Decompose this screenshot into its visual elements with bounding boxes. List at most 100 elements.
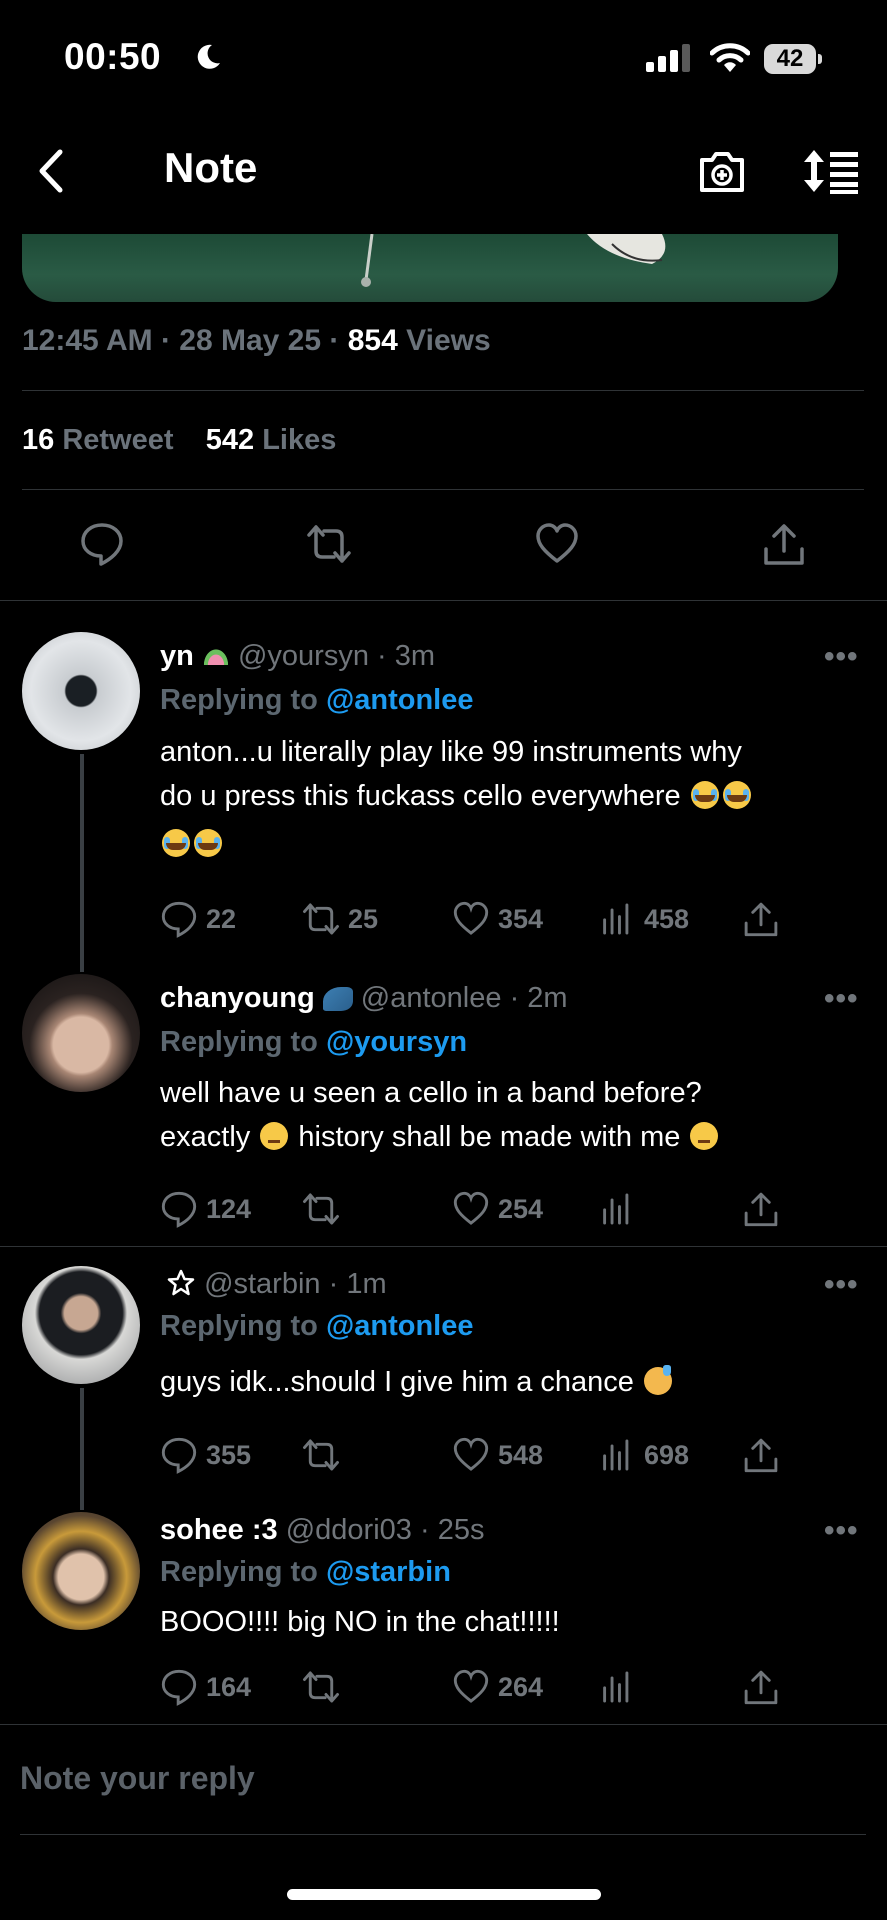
views-button[interactable]: 698 [598, 1432, 689, 1478]
camera-add-icon[interactable] [696, 146, 748, 196]
replying-prefix: Replying to [160, 1310, 318, 1342]
dinosaur-emoji [322, 987, 353, 1011]
crying-emoji [162, 829, 190, 857]
like-button[interactable]: 548 [452, 1432, 543, 1478]
handle[interactable]: @ddori03 [286, 1514, 412, 1546]
display-name[interactable]: sohee :3 [160, 1514, 278, 1546]
tweet-text: anton...u literally play like 99 instrum… [160, 730, 880, 866]
likes-label[interactable]: Likes [262, 424, 336, 456]
retweet-icon [303, 1193, 339, 1225]
replying-to: Replying to @starbin [160, 1556, 451, 1589]
avatar[interactable] [22, 1512, 140, 1630]
sort-icon[interactable] [800, 146, 862, 196]
mention-link[interactable]: @starbin [326, 1556, 451, 1588]
reply-input[interactable]: Note your reply [20, 1760, 255, 1797]
retweet-icon [303, 1439, 339, 1471]
share-icon[interactable] [761, 521, 807, 567]
sweat-emoji [644, 1365, 672, 1395]
relieved-emoji [690, 1122, 719, 1150]
comment-button[interactable]: 22 [160, 896, 236, 942]
views-button[interactable] [598, 1186, 644, 1232]
avatar[interactable] [22, 632, 140, 750]
reply-time: 2m [527, 982, 568, 1014]
crying-emoji [690, 781, 719, 809]
battery-level: 42 [776, 45, 804, 72]
comment-button[interactable]: 355 [160, 1432, 251, 1478]
more-options-icon[interactable]: ••• [824, 640, 859, 674]
divider [22, 390, 864, 391]
replying-to: Replying to @yoursyn [160, 1026, 467, 1059]
display-name[interactable]: yn [160, 640, 194, 672]
retweet-button[interactable] [302, 1664, 348, 1710]
avatar[interactable] [22, 1266, 140, 1384]
share-icon [744, 1438, 778, 1473]
reply-actions: 124 254 [160, 1186, 780, 1232]
mention-link[interactable]: @antonlee [326, 1310, 474, 1342]
avatar[interactable] [22, 974, 140, 1092]
tweet-text-line: guys idk...should I give him a chance [160, 1366, 634, 1398]
mention-link[interactable]: @antonlee [326, 684, 474, 716]
more-options-icon[interactable]: ••• [824, 1514, 859, 1548]
share-button[interactable] [742, 1186, 780, 1232]
moon-icon [197, 44, 220, 69]
more-options-icon[interactable]: ••• [824, 1268, 859, 1302]
comment-icon [161, 1191, 197, 1228]
display-name[interactable]: chanyoung [160, 982, 315, 1014]
comment-icon[interactable] [79, 521, 125, 567]
post-meta: 12:45 AM · 28 May 25 · 854 Views [22, 324, 491, 357]
views-label: Views [406, 324, 491, 357]
share-button[interactable] [742, 896, 780, 942]
home-indicator[interactable] [287, 1889, 601, 1900]
heart-icon [453, 901, 489, 935]
retweet-count: 25 [348, 903, 379, 934]
star-outline-icon [167, 1269, 195, 1296]
heart-icon [453, 1669, 489, 1703]
heart-icon[interactable] [534, 521, 580, 567]
divider [0, 1246, 887, 1247]
tweet-text-line: history shall be made with me [298, 1121, 681, 1153]
mention-link[interactable]: @yoursyn [326, 1026, 467, 1058]
retweet-icon [303, 1671, 339, 1703]
handle[interactable]: @starbin [204, 1268, 320, 1300]
share-button[interactable] [742, 1664, 780, 1710]
status-time: 00:50 [64, 36, 162, 77]
divider [0, 1724, 887, 1725]
like-count: 354 [498, 903, 544, 934]
comment-icon [161, 1437, 197, 1474]
more-options-icon[interactable]: ••• [824, 982, 859, 1016]
comment-count: 355 [206, 1439, 252, 1470]
comment-count: 22 [206, 903, 237, 934]
tweet-text: well have u seen a cello in a band befor… [160, 1071, 880, 1159]
comment-button[interactable]: 164 [160, 1664, 251, 1710]
retweets-label[interactable]: Retweet [62, 424, 173, 456]
comment-count: 164 [206, 1671, 252, 1702]
views-button[interactable]: 458 [598, 896, 689, 942]
reply-header: sohee :3 @ddori03 · 25s [160, 1514, 485, 1546]
retweet-icon[interactable] [306, 521, 352, 567]
back-arrow-icon[interactable] [32, 146, 68, 196]
tweet-text: guys idk...should I give him a chance [160, 1360, 880, 1404]
handle[interactable]: @antonlee [361, 982, 502, 1014]
share-icon [744, 1670, 778, 1705]
retweets-count: 16 [22, 424, 55, 456]
crying-emoji [194, 829, 222, 857]
share-button[interactable] [742, 1432, 780, 1478]
like-button[interactable]: 254 [452, 1186, 543, 1232]
post-media-image[interactable] [22, 234, 838, 302]
tweet-text-line: do u press this fuckass cello everywhere [160, 780, 681, 812]
retweet-button[interactable]: 25 [302, 896, 378, 942]
views-count: 698 [644, 1439, 690, 1470]
comment-icon [161, 901, 197, 938]
views-count: 458 [644, 903, 690, 934]
like-count: 264 [498, 1671, 544, 1702]
comment-count: 124 [206, 1193, 252, 1224]
handle[interactable]: @yoursyn [238, 640, 369, 672]
retweet-button[interactable] [302, 1432, 348, 1478]
like-button[interactable]: 354 [452, 896, 543, 942]
comment-button[interactable]: 124 [160, 1186, 251, 1232]
reply-time: 3m [394, 640, 436, 672]
like-button[interactable]: 264 [452, 1664, 543, 1710]
views-button[interactable] [598, 1664, 644, 1710]
crying-emoji [722, 781, 751, 809]
retweet-button[interactable] [302, 1186, 348, 1232]
